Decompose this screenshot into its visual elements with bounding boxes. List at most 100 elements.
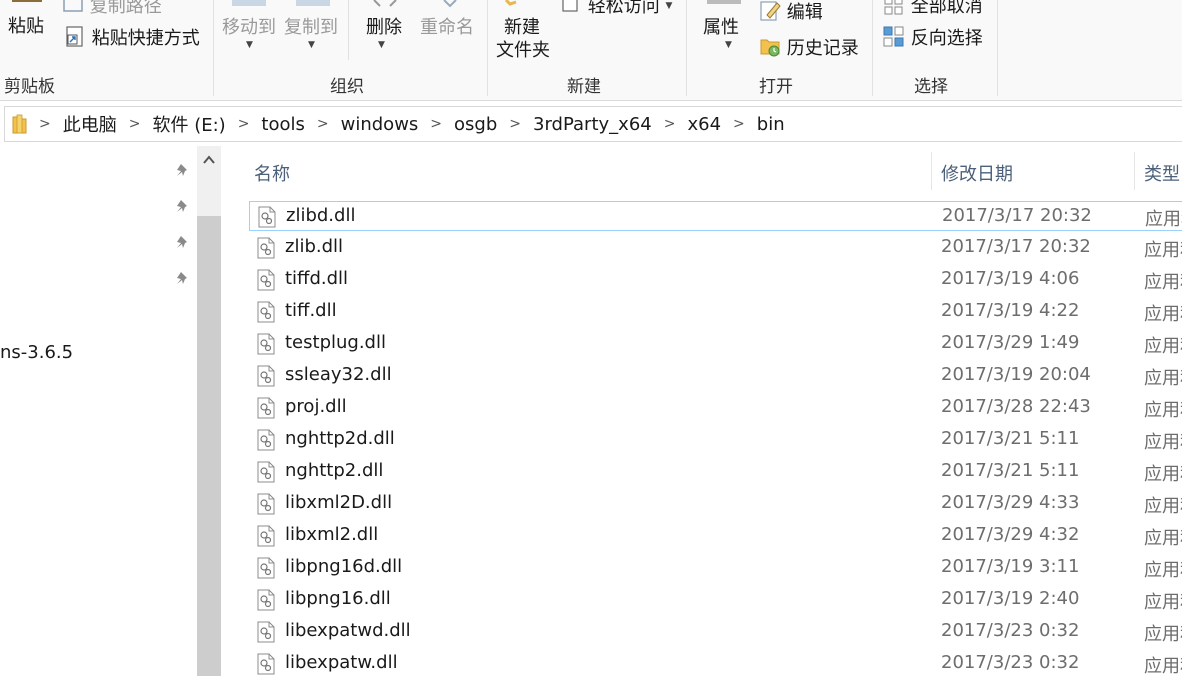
file-modified-date: 2017/3/21 5:11 bbox=[941, 428, 1080, 449]
rename-button[interactable]: 重命名 bbox=[418, 0, 478, 70]
clipboard-group-label: 剪贴板 bbox=[4, 77, 55, 97]
file-row[interactable]: zlib.dll 2017/3/17 20:32 应用程序扩展 bbox=[249, 233, 1182, 263]
chevron-right-icon[interactable]: > bbox=[501, 116, 529, 132]
chevron-right-icon[interactable]: > bbox=[422, 116, 450, 132]
file-row[interactable]: tiffd.dll 2017/3/19 4:06 应用程序扩展 bbox=[249, 265, 1182, 295]
move-to-button[interactable]: 移动到 ▼ bbox=[220, 0, 280, 70]
file-row[interactable]: tiff.dll 2017/3/19 4:22 应用程序扩展 bbox=[249, 297, 1182, 327]
file-row[interactable]: nghttp2.dll 2017/3/21 5:11 应用程序扩展 bbox=[249, 457, 1182, 487]
chevron-right-icon[interactable]: > bbox=[31, 116, 59, 132]
file-row[interactable]: nghttp2d.dll 2017/3/21 5:11 应用程序扩展 bbox=[249, 425, 1182, 455]
clipboard-group: 粘贴 复制路径 粘贴快捷方式 剪贴板 bbox=[0, 0, 213, 100]
dll-file-icon bbox=[257, 333, 275, 355]
dll-file-icon bbox=[257, 301, 275, 323]
column-divider[interactable] bbox=[931, 152, 932, 190]
column-header-name[interactable]: 名称 bbox=[254, 160, 290, 186]
chevron-down-icon: ▼ bbox=[378, 40, 385, 50]
pin-icon[interactable] bbox=[175, 162, 191, 178]
file-row[interactable]: testplug.dll 2017/3/29 1:49 应用程序扩展 bbox=[249, 329, 1182, 359]
delete-icon bbox=[373, 0, 397, 7]
nav-scrollbar[interactable] bbox=[197, 146, 221, 676]
rename-label: 重命名 bbox=[420, 17, 474, 38]
nav-scrollbar-thumb[interactable] bbox=[197, 216, 221, 676]
edit-button[interactable]: 编辑 bbox=[759, 0, 823, 24]
ribbon: 粘贴 复制路径 粘贴快捷方式 剪贴板 移动到 ▼ 复制到 ▼ 删除 ▼ 重命名 … bbox=[0, 0, 1182, 101]
crumb-drive-e[interactable]: 软件 (E:) bbox=[148, 111, 229, 137]
chevron-right-icon[interactable]: > bbox=[309, 116, 337, 132]
copy-path-button[interactable]: 复制路径 bbox=[62, 0, 162, 18]
file-modified-date: 2017/3/19 2:40 bbox=[941, 588, 1080, 609]
properties-button[interactable]: 属性 ▼ bbox=[695, 0, 751, 70]
pin-icon[interactable] bbox=[175, 198, 191, 214]
crumb-windows[interactable]: windows bbox=[337, 114, 423, 135]
file-row[interactable]: libpng16d.dll 2017/3/19 3:11 应用程序扩展 bbox=[249, 553, 1182, 583]
column-divider[interactable] bbox=[1134, 152, 1135, 190]
crumb-bin[interactable]: bin bbox=[753, 114, 789, 135]
new-folder-label-line2: 文件夹 bbox=[496, 40, 550, 61]
chevron-down-icon: ▼ bbox=[725, 40, 732, 50]
file-row[interactable]: libpng16.dll 2017/3/19 2:40 应用程序扩展 bbox=[249, 585, 1182, 615]
file-name: libxml2.dll bbox=[285, 524, 379, 545]
crumb-x64[interactable]: x64 bbox=[683, 114, 725, 135]
delete-button[interactable]: 删除 ▼ bbox=[364, 0, 408, 70]
chevron-up-icon[interactable] bbox=[201, 152, 217, 168]
file-modified-date: 2017/3/23 0:32 bbox=[941, 652, 1080, 673]
chevron-right-icon[interactable]: > bbox=[121, 116, 149, 132]
file-row[interactable]: libxml2D.dll 2017/3/29 4:33 应用程序扩展 bbox=[249, 489, 1182, 519]
properties-label: 属性 bbox=[703, 17, 739, 38]
dll-file-icon bbox=[257, 589, 275, 611]
new-folder-button[interactable]: 新建 文件夹 bbox=[492, 0, 558, 66]
pin-icon[interactable] bbox=[175, 270, 191, 286]
file-row[interactable]: libexpatw.dll 2017/3/23 0:32 应用程序扩展 bbox=[249, 649, 1182, 676]
file-type: 应用程序扩展 bbox=[1144, 336, 1182, 357]
paste-button[interactable]: 粘贴 bbox=[0, 0, 56, 42]
dll-file-icon bbox=[257, 493, 275, 515]
dll-file-icon bbox=[257, 429, 275, 451]
file-modified-date: 2017/3/19 4:22 bbox=[941, 300, 1080, 321]
file-modified-date: 2017/3/29 4:32 bbox=[941, 524, 1080, 545]
file-list: 名称 修改日期 类型 zlibd.dll 2017/3/17 20:32 应用程序扩… bbox=[222, 146, 1182, 676]
invert-selection-button[interactable]: 反向选择 bbox=[883, 24, 983, 50]
file-row[interactable]: proj.dll 2017/3/28 22:43 应用程序扩展 bbox=[249, 393, 1182, 423]
file-row[interactable]: zlibd.dll 2017/3/17 20:32 应用程序扩展 bbox=[249, 201, 1182, 231]
file-row[interactable]: ssleay32.dll 2017/3/19 20:04 应用程序扩展 bbox=[249, 361, 1182, 391]
select-none-button[interactable]: 全部取消 bbox=[883, 0, 983, 18]
file-row[interactable]: libexpatwd.dll 2017/3/23 0:32 应用程序扩展 bbox=[249, 617, 1182, 647]
properties-icon bbox=[707, 0, 741, 4]
dll-file-icon bbox=[257, 237, 275, 259]
history-icon bbox=[760, 39, 780, 57]
paste-shortcut-button[interactable]: 粘贴快捷方式 bbox=[64, 24, 200, 50]
copy-to-button[interactable]: 复制到 ▼ bbox=[284, 0, 346, 70]
nav-item-label[interactable]: ns-3.6.5 bbox=[0, 342, 73, 363]
crumb-3rdparty-x64[interactable]: 3rdParty_x64 bbox=[529, 114, 656, 135]
chevron-down-icon: ▼ bbox=[246, 40, 253, 50]
copy-path-label: 复制路径 bbox=[89, 0, 162, 17]
file-modified-date: 2017/3/19 4:06 bbox=[941, 268, 1080, 289]
file-name: testplug.dll bbox=[285, 332, 386, 353]
crumb-tools[interactable]: tools bbox=[257, 114, 308, 135]
easy-access-button[interactable]: 轻松访问 ▼ bbox=[560, 0, 672, 18]
file-name: libexpatwd.dll bbox=[285, 620, 411, 641]
crumb-this-pc[interactable]: 此电脑 bbox=[59, 111, 121, 137]
history-button[interactable]: 历史记录 bbox=[759, 34, 859, 60]
chevron-right-icon[interactable]: > bbox=[725, 116, 753, 132]
file-name: libpng16d.dll bbox=[285, 556, 403, 577]
column-header-type[interactable]: 类型 bbox=[1144, 160, 1180, 186]
address-bar[interactable]: > 此电脑 > 软件 (E:) > tools > windows > osgb… bbox=[4, 106, 1182, 142]
easy-access-label: 轻松访问 bbox=[587, 0, 660, 17]
file-modified-date: 2017/3/19 3:11 bbox=[941, 556, 1080, 577]
file-row[interactable]: libxml2.dll 2017/3/29 4:32 应用程序扩展 bbox=[249, 521, 1182, 551]
column-header-date[interactable]: 修改日期 bbox=[941, 160, 1013, 186]
open-group: 属性 ▼ 编辑 历史记录 打开 bbox=[687, 0, 872, 100]
chevron-right-icon[interactable]: > bbox=[230, 116, 258, 132]
file-type: 应用程序扩展 bbox=[1144, 304, 1182, 325]
chevron-right-icon[interactable]: > bbox=[656, 116, 684, 132]
pin-icon[interactable] bbox=[175, 234, 191, 250]
organize-group: 移动到 ▼ 复制到 ▼ 删除 ▼ 重命名 组织 bbox=[214, 0, 487, 100]
navigation-pane: ns-3.6.5 bbox=[0, 146, 222, 676]
dll-file-icon bbox=[257, 525, 275, 547]
file-modified-date: 2017/3/17 20:32 bbox=[942, 205, 1092, 226]
crumb-osgb[interactable]: osgb bbox=[450, 114, 501, 135]
organize-group-label: 组织 bbox=[330, 77, 364, 97]
copy-to-label: 复制到 bbox=[284, 17, 338, 38]
